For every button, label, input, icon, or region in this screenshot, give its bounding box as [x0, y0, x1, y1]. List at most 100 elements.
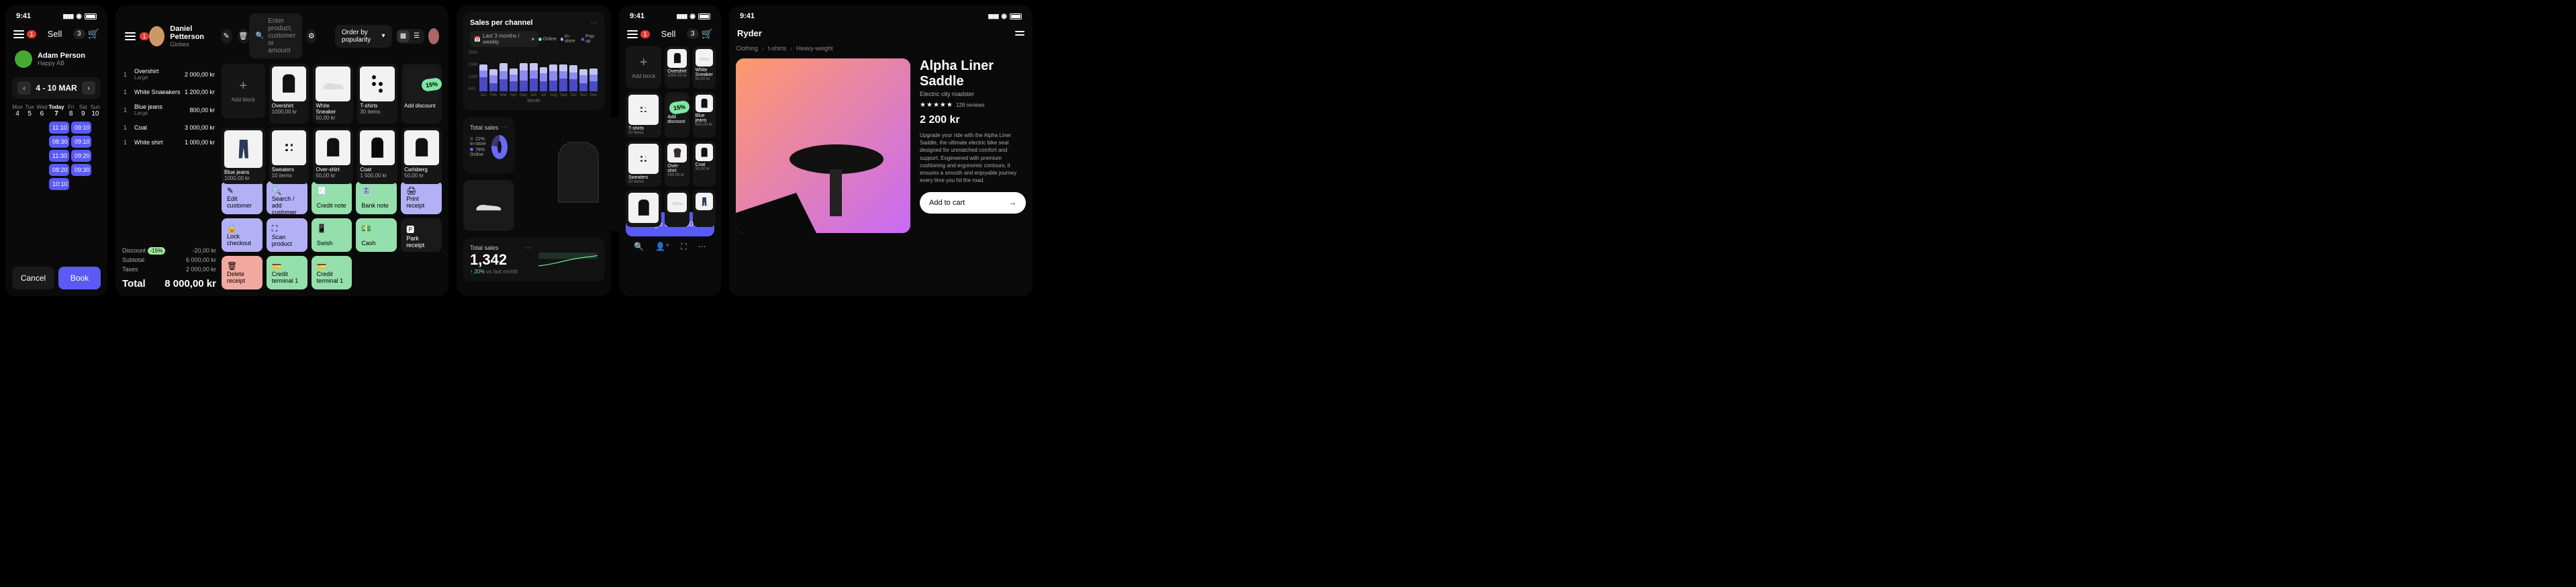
product-tile[interactable]: Carlsberg50,00 kr	[401, 128, 442, 185]
product-tile[interactable]: Over-shirt50,00 kr	[313, 128, 353, 185]
cart-line[interactable]: 1OvershirtLarge2 000,00 kr	[122, 64, 216, 85]
add-block-tile[interactable]: +Add block	[222, 64, 265, 118]
card-menu-icon[interactable]: ⋯	[525, 244, 532, 252]
notif-badge: 1	[640, 30, 650, 38]
filter-icon[interactable]: ⚙	[306, 29, 316, 44]
day-column[interactable]: Fri8	[66, 104, 77, 118]
day-column[interactable]: Mon4	[12, 104, 23, 118]
cart-line[interactable]: 1White shirt1 000,00 kr	[122, 135, 216, 150]
product-tile[interactable]: Sweaters10 items	[269, 128, 309, 185]
timeslot[interactable]: 11:10	[49, 122, 69, 134]
day-column[interactable]: Sun10	[90, 104, 101, 118]
action-tile[interactable]: 🅿Park receipt	[401, 218, 442, 252]
timeslot[interactable]: 09:20	[71, 150, 91, 162]
product-tile[interactable]: White Sneaker50,00 kr	[313, 64, 353, 124]
timeslot[interactable]: 08:20	[49, 164, 69, 176]
card-menu-icon[interactable]: ⋯	[591, 19, 598, 27]
view-toggle[interactable]: ▦ ☰	[396, 29, 424, 44]
product-tile[interactable]	[693, 190, 716, 227]
product-page-screen: 9:41 Ryder Clothing›t-shirts›Heavy-weigh…	[729, 5, 1033, 296]
product-tile[interactable]: Overshirt1000,00 kr	[269, 64, 309, 124]
cart-icon[interactable]: 🛒	[702, 28, 713, 40]
crumb[interactable]: Clothing	[736, 45, 758, 52]
action-tile[interactable]: 💳Credit terminal 1	[312, 256, 352, 289]
add-discount-tile[interactable]: 15%Add discount	[665, 92, 689, 138]
add-to-cart-button[interactable]: Add to cart →	[920, 192, 1026, 214]
product-tile[interactable]: T-shirts20 items›	[626, 92, 661, 138]
timeslot[interactable]: 11:30	[49, 150, 69, 162]
timeslot[interactable]: 09:10	[71, 136, 91, 148]
action-tile[interactable]: 🗑Delete receipt	[222, 256, 263, 289]
edit-customer-icon[interactable]: ✎	[221, 29, 232, 44]
search-icon[interactable]: 🔍	[634, 242, 644, 252]
product-info: Alpha Liner Saddle Electric city roadste…	[920, 58, 1026, 233]
menu-icon[interactable]	[13, 30, 24, 38]
grid-view-icon[interactable]: ▦	[397, 30, 410, 42]
product-tile[interactable]: Blue jeans1000,00 kr	[222, 128, 265, 185]
crumb[interactable]: Heavy-weight	[796, 45, 833, 52]
menu-icon[interactable]	[1015, 31, 1024, 36]
action-tile[interactable]: 🖨Print receipt	[401, 181, 442, 214]
product-tile[interactable]: Coat50,00 kr	[693, 141, 716, 187]
crumb[interactable]: t-shirts	[768, 45, 786, 52]
next-week-button[interactable]: ›	[82, 81, 95, 95]
action-tile[interactable]: 🏦Bank note	[356, 181, 397, 214]
product-tile[interactable]: Overshirt1000,00 kr	[665, 46, 689, 89]
menu-icon[interactable]	[627, 30, 638, 38]
remove-customer-icon[interactable]: 🗑	[238, 29, 249, 44]
product-tile[interactable]	[626, 190, 661, 227]
timeslot[interactable]: 08:30	[49, 136, 69, 148]
header: 1 Sell 3 🛒	[626, 26, 714, 46]
add-block-tile[interactable]: +Add block	[626, 46, 661, 89]
menu-icon[interactable]	[125, 32, 136, 40]
timeslot[interactable]: 09:30	[71, 164, 91, 176]
cart-line[interactable]: 1Coat3 000,00 kr	[122, 120, 216, 135]
rating[interactable]: ★★★★★ 128 reviews	[920, 101, 1026, 109]
scan-icon[interactable]: ⛶	[681, 242, 686, 252]
action-tile[interactable]: 📱Swish	[312, 218, 352, 252]
cart-line[interactable]: 1White Snaeakers1 200,00 kr	[122, 85, 216, 99]
action-tile[interactable]: ⛶Scan product	[267, 218, 307, 252]
timeslot[interactable]: 10:10	[49, 178, 69, 190]
product-thumb[interactable]	[463, 180, 514, 231]
search-input[interactable]: 🔍 Enter product, customer or amount	[249, 13, 303, 58]
action-tile[interactable]: 💳Credit terminal 1	[267, 256, 307, 289]
brand-name[interactable]: Ryder	[737, 28, 762, 38]
product-tile[interactable]: T-shirts30 items	[357, 64, 397, 124]
product-tile[interactable]: Coat1 500,00 kr	[357, 128, 397, 185]
sales-channel-card: Sales per channel ⋯ 📅 Last 3 months / we…	[463, 12, 604, 110]
prev-week-button[interactable]: ‹	[17, 81, 31, 95]
timeslot[interactable]: 09:10	[71, 122, 91, 134]
cart-line[interactable]: 1Blue jeansLarge800,00 kr	[122, 99, 216, 120]
customer-row[interactable]: Adam Person Happy AB	[12, 46, 101, 72]
mobile-pos-screen: 9:41 1 Sell 3 🛒 +Add blockOvershirt1000,…	[619, 5, 721, 296]
action-tile[interactable]: ✎Edit customer	[222, 181, 263, 214]
cart-icon[interactable]: 🛒	[88, 28, 99, 40]
product-tile[interactable]: Blue jeans500,00 kr	[693, 92, 716, 138]
add-discount-tile[interactable]: 15%Add discount	[401, 64, 442, 124]
day-column[interactable]: Today7	[49, 104, 64, 118]
action-tile[interactable]: 💵Cash	[356, 218, 397, 252]
action-tile[interactable]: 🔒Lock checkout	[222, 218, 263, 252]
product-tile[interactable]	[665, 190, 689, 227]
action-tile[interactable]: 🧾Credit note	[312, 181, 352, 214]
sort-dropdown[interactable]: Order by popularity ▾	[335, 25, 392, 48]
day-column[interactable]: Tue5	[24, 104, 35, 118]
day-column[interactable]: Sat9	[78, 104, 89, 118]
action-tile[interactable]: 🔍Search / add customer	[267, 181, 307, 214]
product-showcase[interactable]	[521, 117, 635, 231]
product-tile[interactable]: White Sneaker50,00 kr	[693, 46, 716, 89]
book-button[interactable]: Book	[58, 267, 101, 289]
user-avatar[interactable]	[428, 28, 439, 44]
day-column[interactable]: Wed6	[36, 104, 47, 118]
card-menu-icon[interactable]: ⋯	[501, 124, 508, 131]
product-tile[interactable]: Sweaters20 items›	[626, 141, 661, 187]
more-icon[interactable]: ⋯	[698, 242, 706, 252]
product-image[interactable]	[736, 58, 910, 233]
period-filter[interactable]: 📅 Last 3 months / weekly ▾	[470, 31, 538, 47]
customer-chip[interactable]: Daniel Petterson Globex ✎ 🗑	[149, 25, 249, 48]
list-view-icon[interactable]: ☰	[411, 30, 423, 42]
cancel-button[interactable]: Cancel	[12, 267, 54, 289]
add-user-icon[interactable]: 👤⁺	[655, 242, 669, 252]
product-tile[interactable]: Over-shirt500,00 kr	[665, 141, 689, 187]
